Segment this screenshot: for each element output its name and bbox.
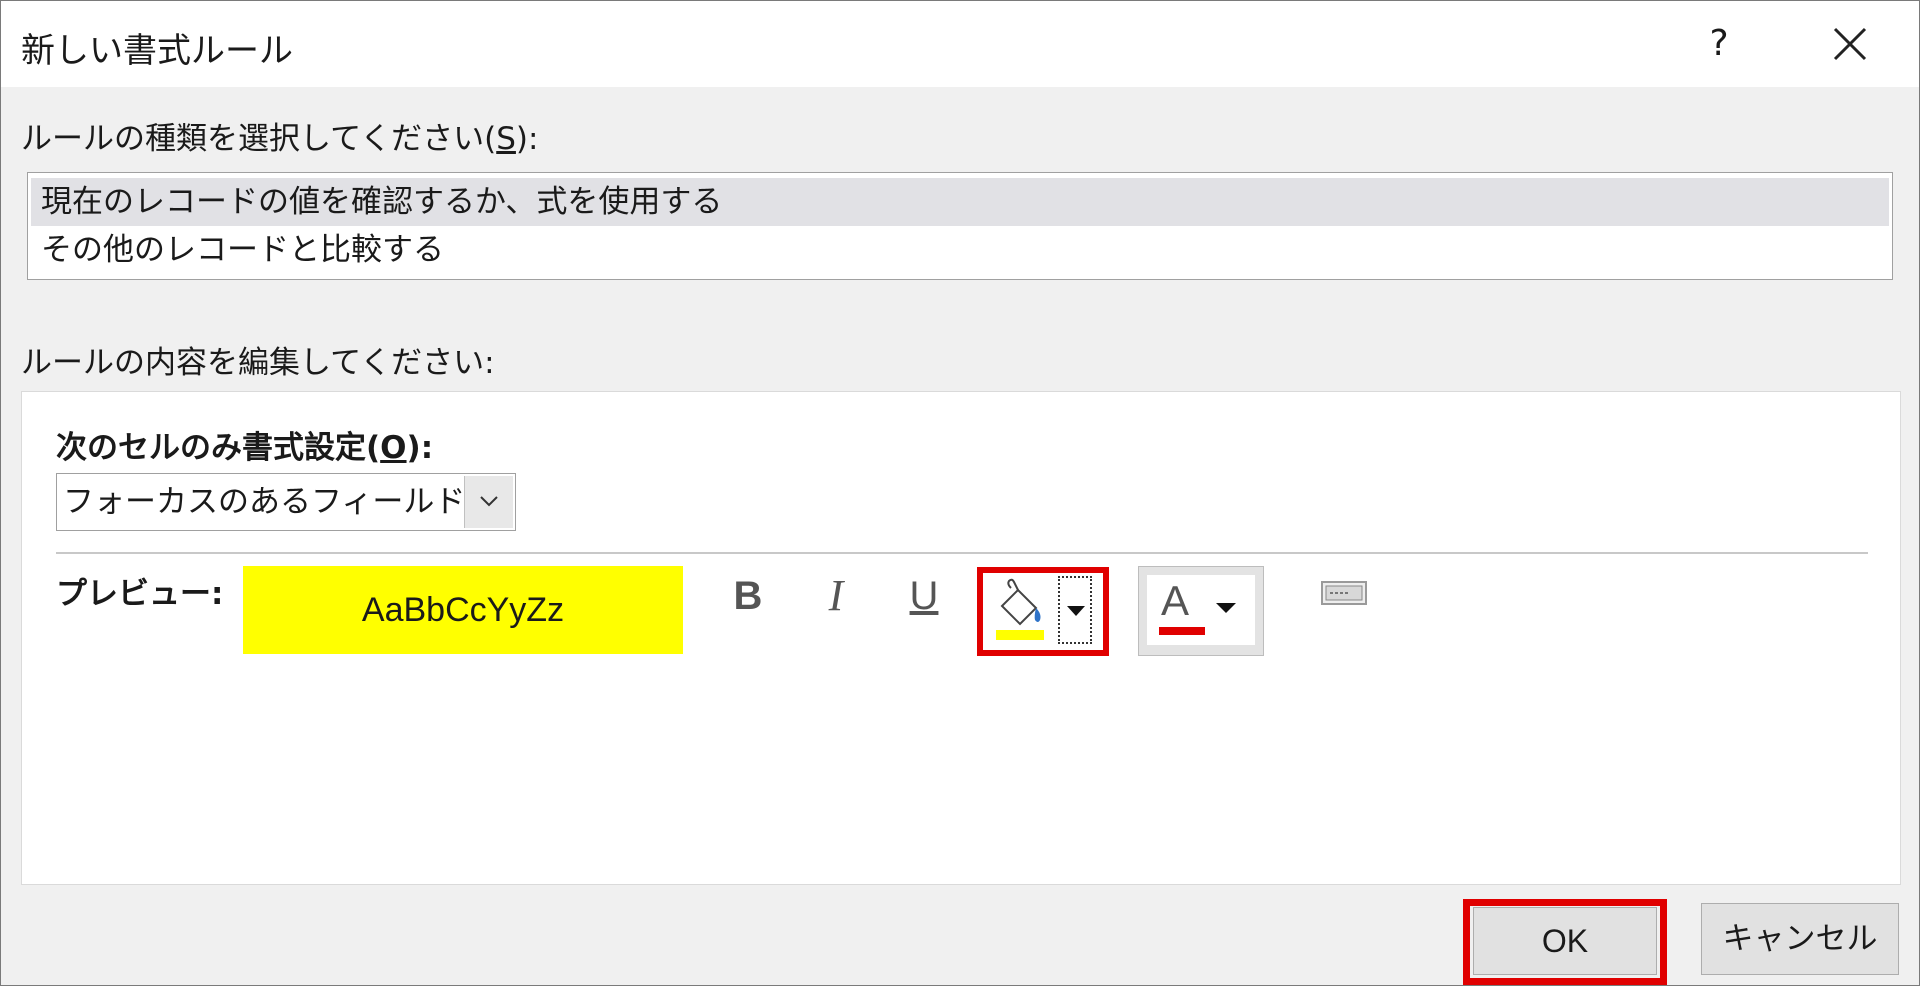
bold-button[interactable]: B xyxy=(722,570,774,622)
caret-down-icon xyxy=(1067,606,1085,616)
rule-type-list[interactable]: 現在のレコードの値を確認するか、式を使用する その他のレコードと比較する xyxy=(27,172,1893,280)
help-button[interactable]: ? xyxy=(1691,13,1747,75)
rule-edit-panel: 次のセルのみ書式設定(O): フォーカスのあるフィールド プレビュー: AaBb… xyxy=(21,391,1901,885)
dialog-title: 新しい書式ルール xyxy=(21,31,293,71)
ok-button[interactable]: OK xyxy=(1473,907,1657,975)
special-effect-icon xyxy=(1321,581,1367,605)
special-effect-button[interactable] xyxy=(1320,578,1368,608)
caret-down-icon xyxy=(1216,603,1236,613)
rule-type-label: ルールの種類を選択してください(S): xyxy=(21,121,539,157)
font-color-button[interactable]: A xyxy=(1147,575,1255,645)
font-color-swatch xyxy=(1159,627,1205,635)
preview-label: プレビュー: xyxy=(56,576,224,612)
underline-button[interactable]: U xyxy=(898,570,950,622)
fill-color-dropdown-button[interactable] xyxy=(1058,576,1092,644)
italic-button[interactable]: I xyxy=(810,570,862,622)
format-condition-label: 次のセルのみ書式設定(O): xyxy=(56,430,434,466)
cancel-button[interactable]: キャンセル xyxy=(1701,903,1899,975)
condition-dropdown-button[interactable] xyxy=(464,476,513,528)
font-color-control: A xyxy=(1138,566,1264,656)
paint-bucket-icon xyxy=(996,578,1044,640)
font-color-icon: A xyxy=(1161,577,1190,624)
condition-dropdown[interactable]: フォーカスのあるフィールド xyxy=(56,473,516,531)
format-condition-accel-key: O xyxy=(380,430,407,466)
font-color-dropdown-button[interactable] xyxy=(1209,575,1249,645)
rule-type-item-expression[interactable]: 現在のレコードの値を確認するか、式を使用する xyxy=(31,178,1889,226)
chevron-down-icon xyxy=(480,496,498,507)
condition-dropdown-value: フォーカスのあるフィールド xyxy=(63,484,466,520)
close-icon xyxy=(1833,27,1867,61)
title-bar: 新しい書式ルール ? xyxy=(1,1,1919,87)
divider xyxy=(56,552,1868,554)
rule-type-accel-key: S xyxy=(496,121,516,157)
fill-color-button[interactable] xyxy=(988,576,1054,644)
format-preview: AaBbCcYyZz xyxy=(243,566,683,654)
new-format-rule-dialog: 新しい書式ルール ? ルールの種類を選択してください(S): 現在のレコードの値… xyxy=(0,0,1920,986)
rule-type-item-compare-records[interactable]: その他のレコードと比較する xyxy=(31,226,1889,274)
rule-edit-label: ルールの内容を編集してください: xyxy=(21,345,495,381)
close-button[interactable] xyxy=(1819,13,1881,75)
